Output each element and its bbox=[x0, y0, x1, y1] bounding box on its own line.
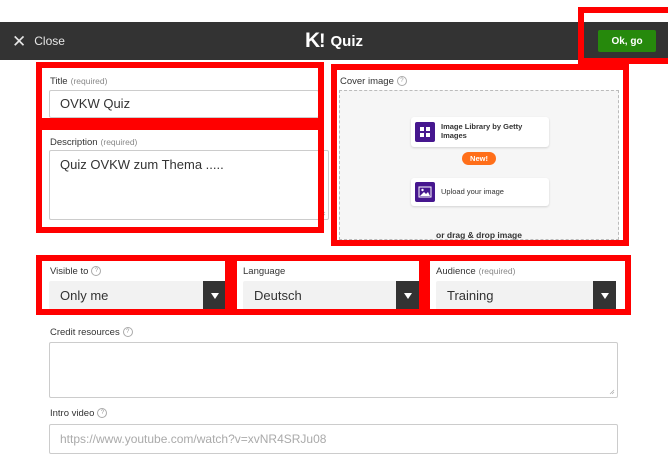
image-library-label: Image Library by Getty Images bbox=[441, 122, 523, 140]
visible-to-value: Only me bbox=[60, 288, 109, 303]
drag-drop-text: or drag & drop image bbox=[436, 230, 522, 240]
ok-go-button[interactable]: Ok, go bbox=[598, 30, 656, 52]
cover-image-dropzone[interactable]: Image Library by Getty Images New! Uploa… bbox=[339, 90, 619, 240]
help-icon[interactable]: ? bbox=[122, 327, 133, 338]
image-library-icon bbox=[415, 122, 435, 142]
title-input[interactable]: OVKW Quiz bbox=[49, 90, 319, 118]
close-icon: ✕ bbox=[12, 31, 27, 51]
audience-label: Audience (required) bbox=[436, 266, 516, 277]
language-value: Deutsch bbox=[254, 288, 302, 303]
credit-resources-textarea[interactable] bbox=[49, 342, 618, 398]
visible-to-label: Visible to? bbox=[50, 266, 102, 277]
title-label: Title (required) bbox=[50, 76, 108, 87]
cover-image-label: Cover image? bbox=[340, 76, 407, 87]
language-label: Language bbox=[243, 266, 286, 277]
help-icon[interactable]: ? bbox=[396, 76, 407, 87]
audience-value: Training bbox=[447, 288, 494, 303]
language-select[interactable]: Deutsch bbox=[243, 281, 419, 310]
resize-handle-icon[interactable] bbox=[609, 389, 615, 395]
new-badge: New! bbox=[462, 152, 496, 165]
intro-video-placeholder: https://www.youtube.com/watch?v=xvNR4SRJ… bbox=[60, 432, 327, 446]
help-icon[interactable]: ? bbox=[97, 408, 108, 419]
close-button[interactable]: ✕ Close bbox=[12, 22, 65, 60]
upload-image-label: Upload your image bbox=[441, 186, 504, 196]
top-bar bbox=[0, 22, 668, 60]
audience-select[interactable]: Training bbox=[436, 281, 616, 310]
description-textarea[interactable]: Quiz OVKW zum Thema ..... bbox=[49, 150, 329, 220]
close-label: Close bbox=[34, 34, 65, 48]
upload-image-icon bbox=[415, 182, 435, 202]
image-library-button[interactable]: Image Library by Getty Images bbox=[411, 117, 549, 147]
chevron-down-icon bbox=[593, 281, 616, 310]
intro-video-input[interactable]: https://www.youtube.com/watch?v=xvNR4SRJ… bbox=[49, 424, 618, 454]
upload-image-button[interactable]: Upload your image bbox=[411, 178, 549, 206]
visible-to-select[interactable]: Only me bbox=[49, 281, 226, 310]
chevron-down-icon bbox=[396, 281, 419, 310]
help-icon[interactable]: ? bbox=[91, 266, 102, 277]
credit-resources-label: Credit resources? bbox=[50, 327, 133, 338]
intro-video-label: Intro video? bbox=[50, 408, 108, 419]
chevron-down-icon bbox=[203, 281, 226, 310]
resize-handle-icon[interactable] bbox=[320, 211, 326, 217]
description-label: Description (required) bbox=[50, 137, 138, 148]
